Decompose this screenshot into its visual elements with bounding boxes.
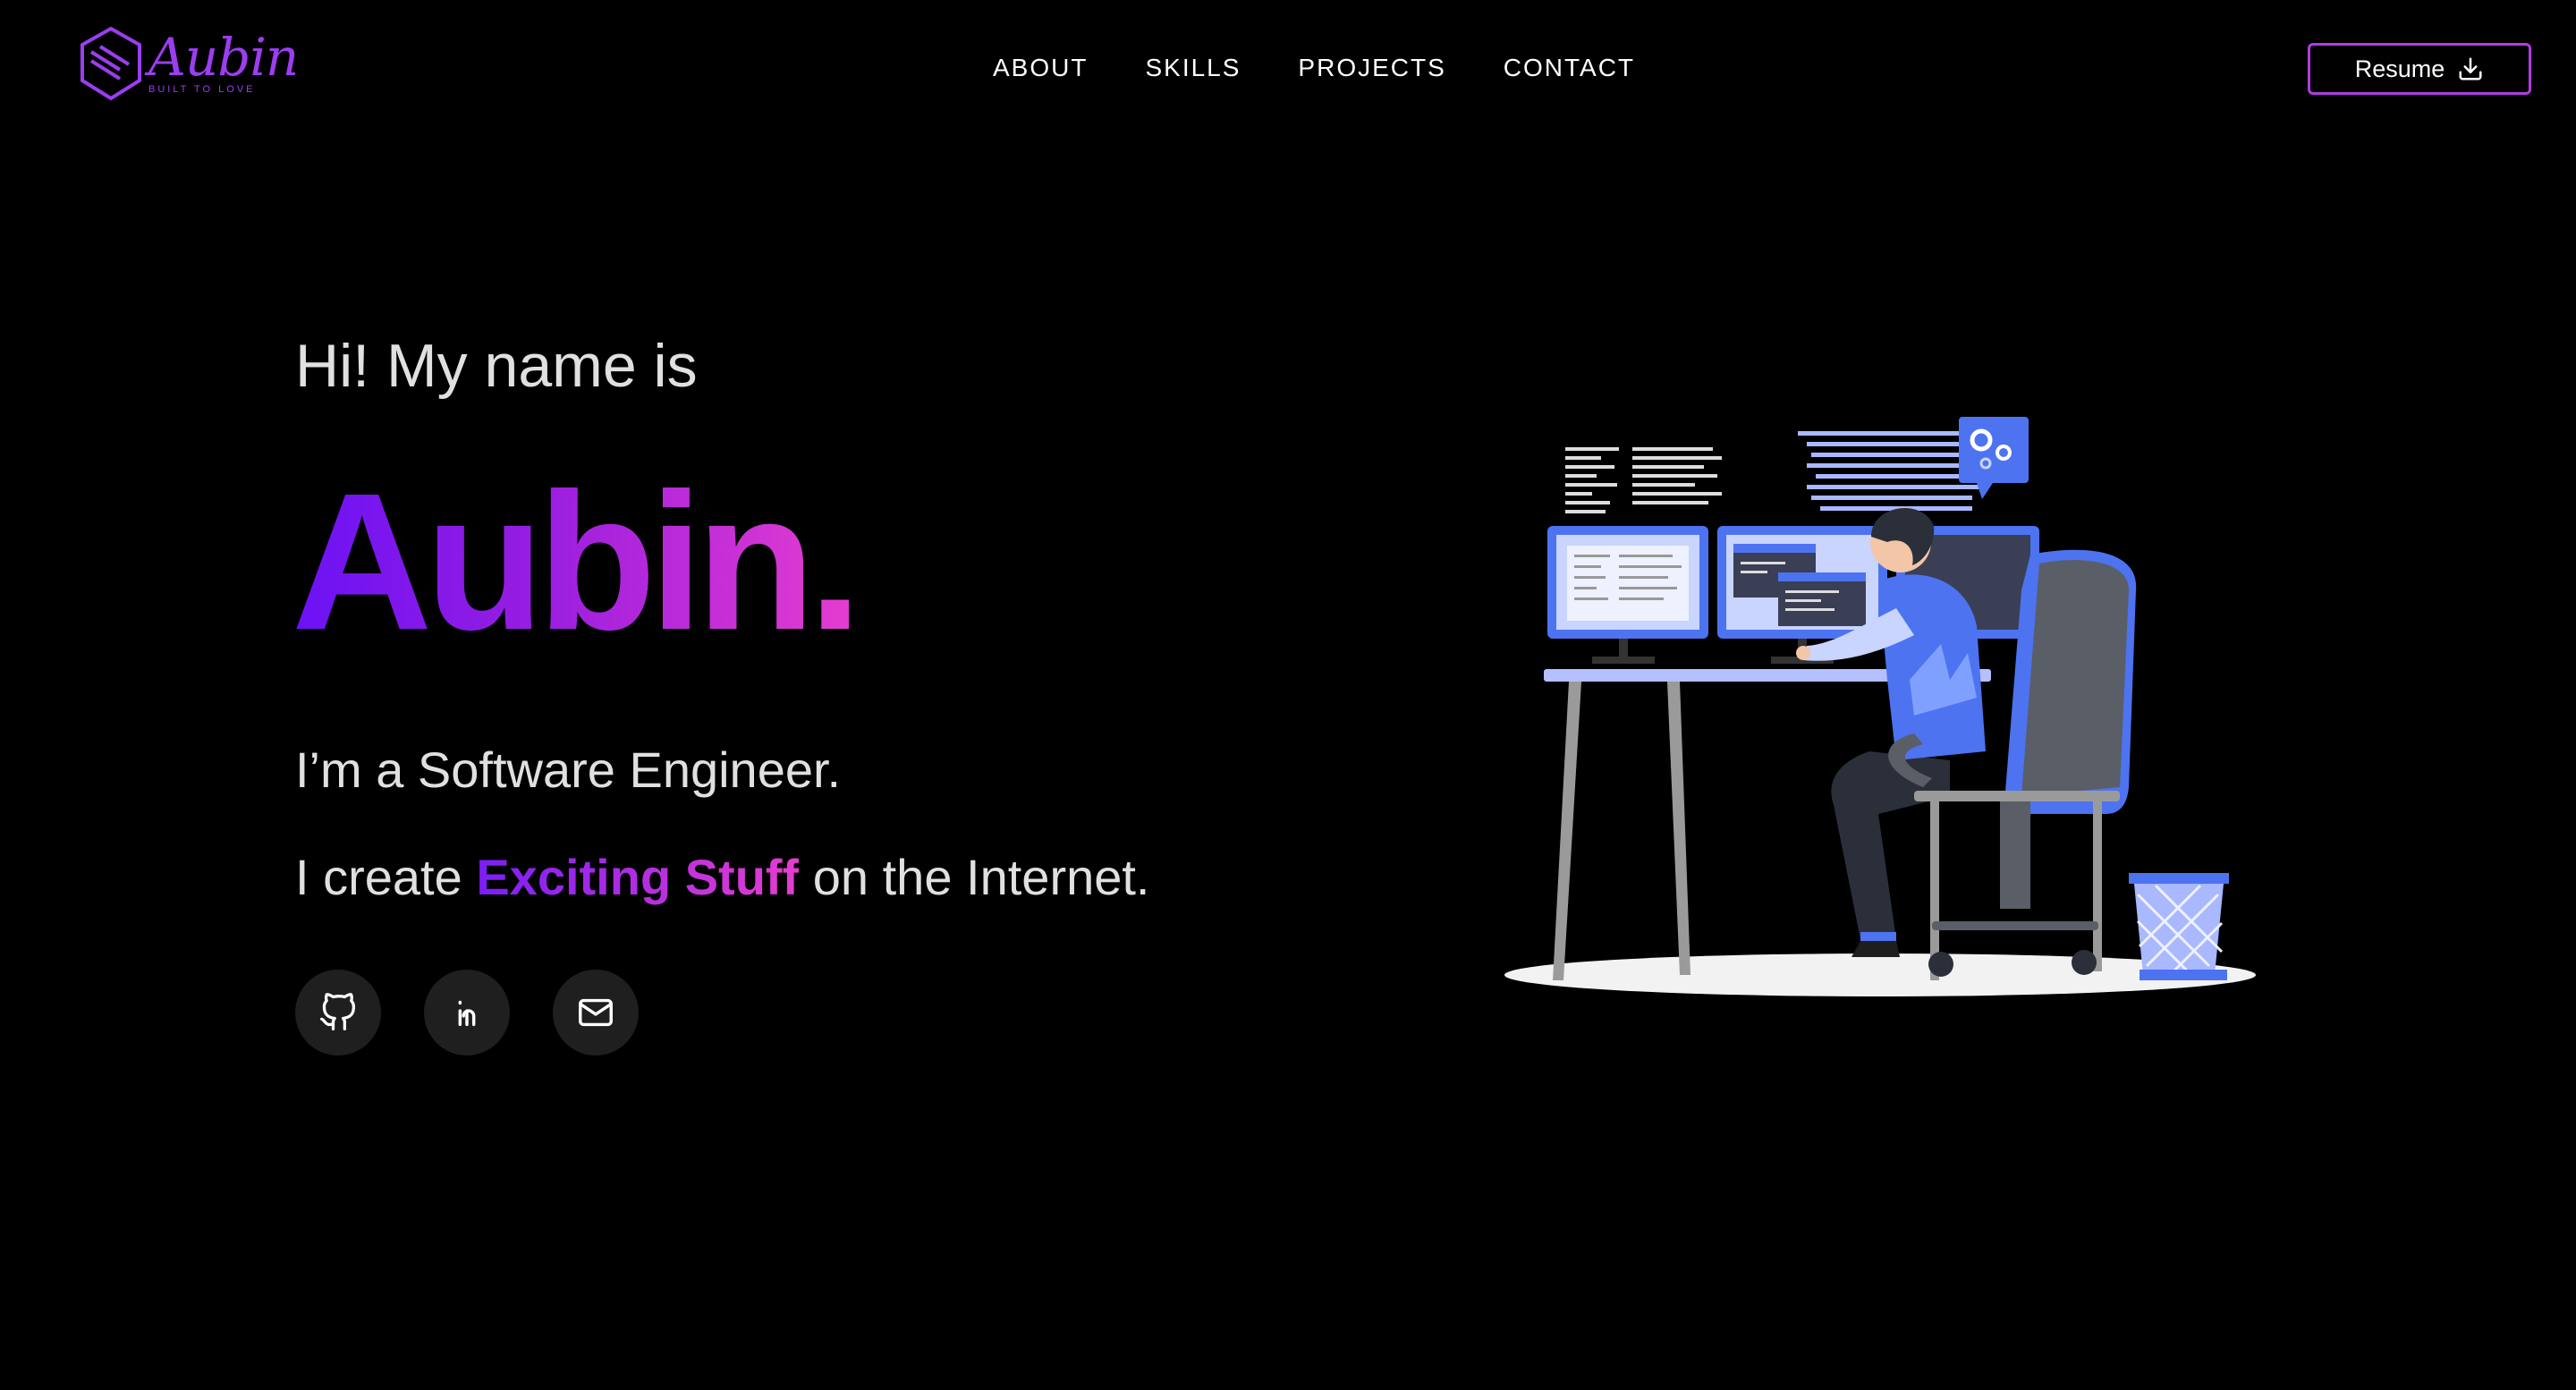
social-links (295, 970, 639, 1055)
create-suffix: on the Internet. (799, 849, 1150, 905)
greeting-text: Hi! My name is (295, 332, 698, 400)
resume-button[interactable]: Resume (2308, 43, 2531, 95)
hero-name: Aubin. (292, 453, 862, 671)
page: Aubin BUILT TO LOVE ABOUT SKILLS PROJECT… (0, 0, 2576, 1390)
github-icon (320, 993, 356, 1030)
logo-mark-icon (80, 26, 141, 101)
nav-skills[interactable]: SKILLS (1145, 54, 1241, 82)
create-prefix: I create (295, 849, 477, 905)
hero-tagline: I’m a Software Engineer. (295, 742, 842, 798)
linkedin-icon (458, 1000, 476, 1027)
developer-illustration (1504, 417, 2256, 996)
nav-contact[interactable]: CONTACT (1504, 54, 1635, 82)
download-icon (2459, 57, 2482, 81)
main-nav: ABOUT SKILLS PROJECTS CONTACT (993, 54, 1635, 82)
mail-icon (579, 998, 613, 1027)
github-link[interactable] (295, 970, 381, 1055)
site-logo[interactable]: Aubin BUILT TO LOVE (79, 25, 299, 106)
logo-text: Aubin (148, 27, 299, 88)
code-lines-right (1798, 431, 1986, 511)
nav-projects[interactable]: PROJECTS (1298, 54, 1445, 82)
logo-tagline: BUILT TO LOVE (148, 84, 256, 95)
code-lines-left (1565, 447, 1722, 513)
waste-basket (2129, 873, 2229, 980)
hero-create-line: I create Exciting Stuff on the Internet. (295, 848, 1150, 906)
create-highlight: Exciting Stuff (476, 849, 800, 905)
resume-label: Resume (2354, 55, 2445, 82)
monitor-left (1547, 526, 1708, 664)
linkedin-link[interactable] (424, 970, 510, 1055)
nav-about[interactable]: ABOUT (993, 54, 1088, 82)
email-link[interactable] (553, 970, 639, 1055)
